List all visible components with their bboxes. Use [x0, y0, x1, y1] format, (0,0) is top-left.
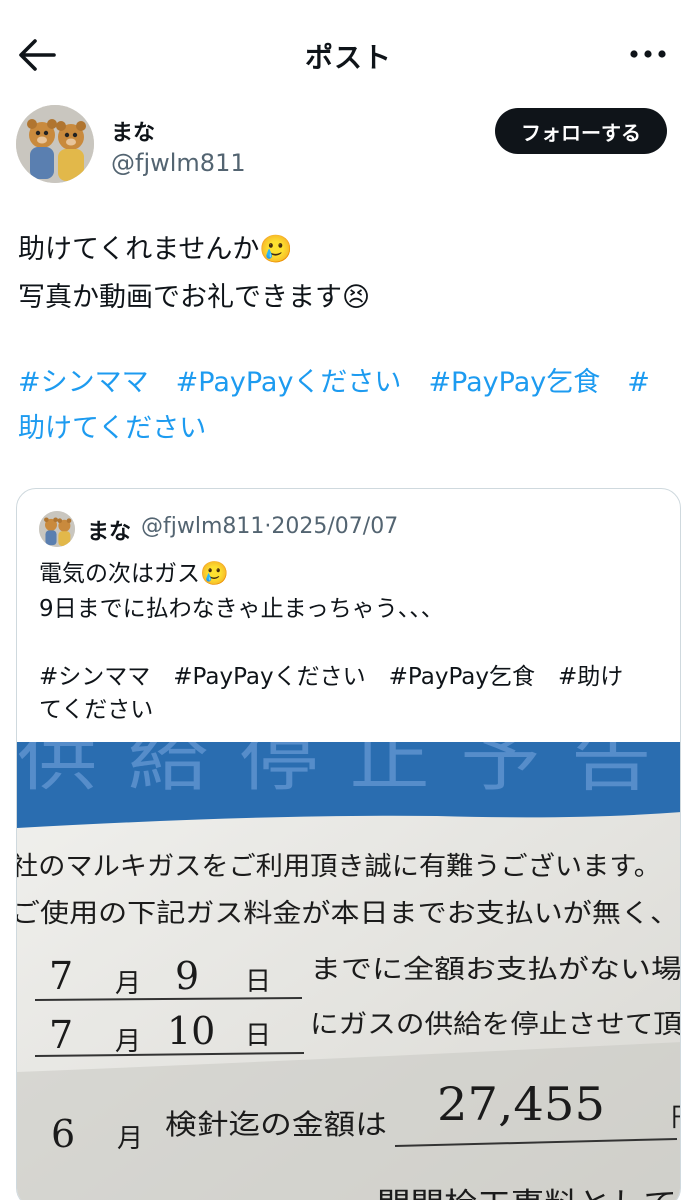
photo-row2-month-unit: 月 [115, 1027, 141, 1057]
photo-row2-text: にガスの供給を停止させて頂 [310, 1010, 681, 1040]
post-hashtags: #シンママ #PayPayください #PayPay乞食 # 助けてください [18, 360, 678, 452]
avatar[interactable] [16, 105, 94, 183]
quoted-hashtag: #助け [558, 664, 624, 690]
top-bar: ポスト [0, 0, 697, 108]
crying-face-emoji: 🥲 [200, 561, 229, 587]
photo-row1-month-unit: 月 [115, 969, 141, 999]
quoted-hashtag: #PayPayください [173, 664, 366, 690]
hashtag-link[interactable]: #PayPay乞食 [428, 367, 600, 398]
quoted-text: 電気の次はガス🥲 9日までに払わなきゃ止まっちゃう、、、 [39, 561, 444, 622]
quoted-hashtag: #シンママ [39, 664, 151, 690]
hashtag-link[interactable]: 助けてください [18, 413, 206, 444]
more-dots-icon[interactable] [628, 44, 668, 64]
photo-row1-day-unit: 日 [245, 967, 271, 997]
post-text: 助けてくれませんか🥲 写真か動画でお礼できます😣 [18, 226, 678, 322]
quoted-date: 2025/07/07 [271, 514, 399, 539]
photo-row2-month: 7 [49, 1013, 73, 1057]
post-author: まな @fjwlm811 フォローする [16, 105, 686, 187]
photo-row2-day-unit: 日 [245, 1021, 271, 1051]
author-name[interactable]: まな [111, 115, 155, 147]
quoted-hashtag: #PayPay乞食 [388, 664, 535, 690]
persevering-face-emoji: 😣 [342, 282, 371, 313]
post-text-line: 助けてくれませんか🥲 [18, 234, 294, 265]
photo-row1-text: までに全額お支払がない場 [310, 955, 681, 985]
quoted-handle: @fjwlm811 [141, 514, 265, 539]
quoted-hashtag: てください [39, 697, 154, 723]
quoted-hashtags: #シンママ #PayPayください #PayPay乞食 #助けてください [39, 661, 661, 727]
quoted-meta: @fjwlm811·2025/07/07 [141, 514, 398, 539]
photo-bottom-text: 開閉栓工事料として [377, 1187, 677, 1200]
hashtag-link[interactable]: # [627, 367, 650, 398]
hashtag-link[interactable]: #シンママ [18, 367, 149, 398]
hashtag-link[interactable]: #PayPayください [176, 367, 402, 398]
quoted-photo[interactable]: 供給停止予告 社のマルキガスをご利用頂き誠に有難うございます。 ご使用の下記ガス… [17, 742, 681, 1200]
crying-face-emoji: 🥲 [259, 234, 294, 265]
photo-line-2: ご使用の下記ガス料金が本日までお支払いが無く、 [17, 899, 679, 929]
photo-row1-day: 9 [175, 954, 199, 998]
photo-line-1: 社のマルキガスをご利用頂き誠に有難うございます。 [17, 852, 661, 882]
quoted-avatar [39, 511, 75, 547]
author-handle[interactable]: @fjwlm811 [111, 149, 246, 177]
quoted-post[interactable]: まな @fjwlm811·2025/07/07 電気の次はガス🥲 9日までに払わ… [16, 488, 681, 1200]
photo-amount-label: 検針迄の金額は [165, 1108, 387, 1141]
quoted-post-header: まな @fjwlm811·2025/07/07 [39, 511, 669, 547]
photo-row1-month: 7 [49, 954, 73, 998]
photo-amount-month-unit: 月 [117, 1124, 143, 1154]
post-text-line: 写真か動画でお礼できます😣 [18, 282, 371, 313]
follow-button[interactable]: フォローする [495, 108, 667, 154]
photo-banner-text: 供給停止予告 [17, 742, 681, 801]
photo-amount-unit: 円 [671, 1103, 681, 1133]
quoted-author-name: まな [87, 520, 132, 545]
photo-row2-day: 10 [167, 1009, 215, 1053]
page-title: ポスト [304, 41, 392, 74]
photo-amount-month: 6 [51, 1112, 75, 1156]
photo-amount: 27,455 [437, 1077, 605, 1131]
